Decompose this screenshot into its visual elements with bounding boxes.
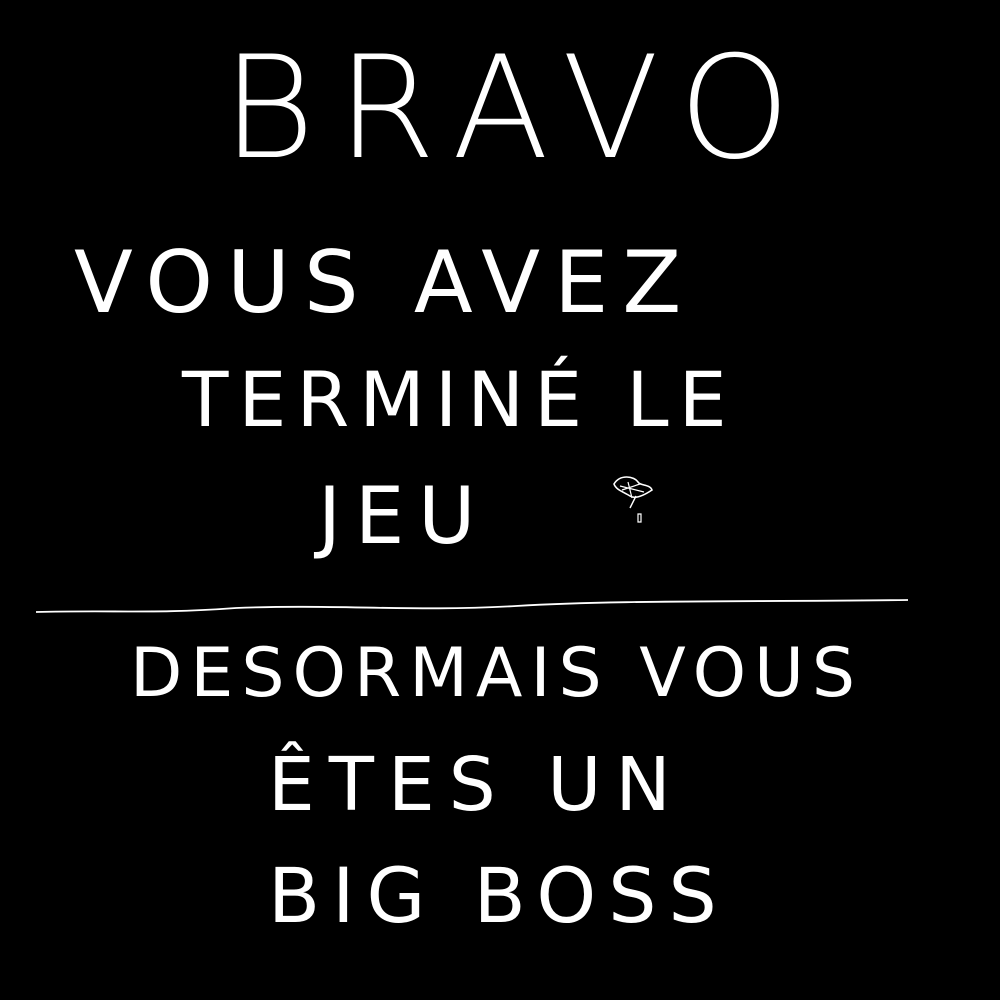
message-line-etes-un: ÊTES UN	[268, 742, 685, 828]
message-line-termine-le: TERMINÉ LE	[182, 355, 737, 444]
message-line-desormais-vous: DESORMAIS VOUS	[130, 634, 864, 713]
message-line-vous-avez: VOUS AVEZ	[74, 233, 696, 333]
message-line-big-boss: BIG BOSS	[268, 851, 729, 940]
drawing-canvas: BRAVO VOUS AVEZ TERMINÉ LE JEU DESORMAIS…	[0, 0, 1000, 1000]
divider-line	[36, 599, 909, 613]
message-line-jeu: JEU	[318, 472, 490, 562]
title-bravo: BRAVO	[222, 26, 813, 191]
heart-scribble-icon	[613, 476, 653, 523]
